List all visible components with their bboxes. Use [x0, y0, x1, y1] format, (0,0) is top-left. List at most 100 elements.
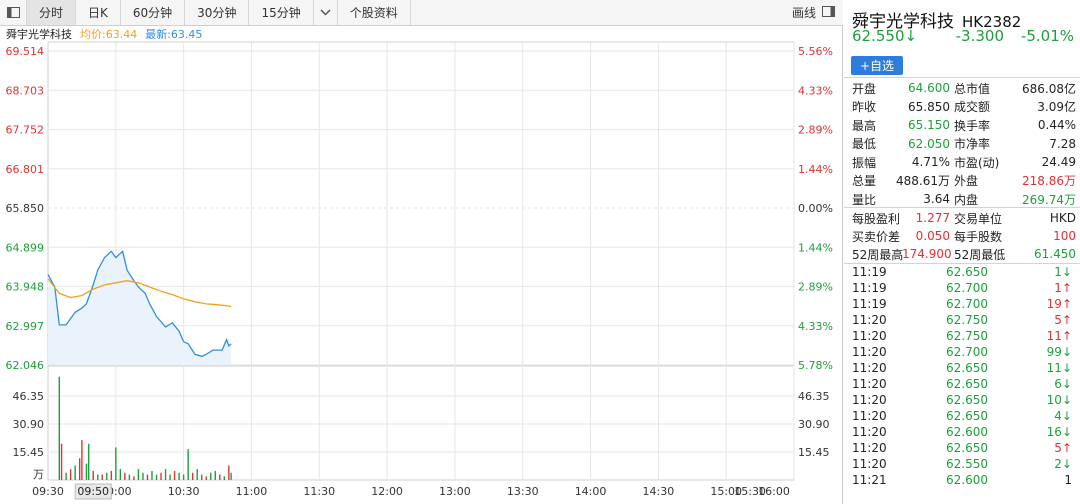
- tick-volume: 5↑: [1054, 313, 1072, 327]
- tick-row: 11:19 62.650 1↓: [852, 264, 1076, 280]
- tick-volume: 1↑: [1054, 281, 1072, 295]
- stat-label: 市盈(动): [954, 155, 1000, 170]
- divider: [844, 77, 1080, 78]
- tab-30min[interactable]: 30分钟: [185, 0, 250, 25]
- tick-price: 62.700: [946, 345, 988, 359]
- price-tick-label: 67.752: [6, 124, 45, 137]
- tick-time: 11:20: [852, 393, 887, 407]
- tick-list[interactable]: 11:19 62.650 1↓ 11:19 62.700 1↑ 11:19 62.700 19↑…: [852, 264, 1076, 504]
- stat-label: 外盘: [954, 174, 979, 189]
- pct-tick-label: 5.56%: [798, 45, 833, 58]
- pct-tick-label: 1.44%: [798, 163, 833, 176]
- stat-label: 总量: [852, 174, 877, 189]
- stat-value: 3.09亿: [1037, 100, 1076, 115]
- stat-value: HKD: [1049, 211, 1076, 225]
- pct-tick-label: 2.89%: [798, 124, 833, 137]
- stat-label: 昨收: [852, 100, 877, 115]
- volume-tick-label: 15.45: [13, 446, 45, 459]
- fundamental-row: 每股盈利 1.277 交易单位 HKD: [852, 209, 1076, 227]
- tick-row: 11:20 62.750 5↑: [852, 312, 1076, 328]
- tab-intraday[interactable]: 分时: [27, 0, 77, 25]
- tick-price: 62.750: [946, 313, 988, 327]
- x-tick-label: 13:00: [439, 485, 471, 498]
- stat-value: 64.600: [908, 81, 950, 96]
- last-price-label: 最新:63.45: [145, 28, 203, 41]
- tick-time: 11:20: [852, 329, 887, 343]
- stat-label: 最低: [852, 137, 877, 152]
- tick-volume: 2↓: [1054, 457, 1072, 471]
- stat-value: 0.44%: [1037, 118, 1076, 133]
- divider: [844, 207, 1080, 208]
- tick-time: 11:20: [852, 361, 887, 375]
- stat-row: 量比 3.64 内盘 269.74万: [852, 190, 1076, 209]
- tick-row: 11:19 62.700 19↑: [852, 296, 1076, 312]
- chevron-down-icon[interactable]: [314, 0, 338, 25]
- stat-label: 交易单位: [954, 211, 1003, 226]
- pct-tick-label: 5.78%: [798, 359, 833, 372]
- tick-volume: 4↓: [1054, 409, 1072, 423]
- tick-row: 11:20 62.650 6↓: [852, 376, 1076, 392]
- add-watchlist-button[interactable]: +自选: [851, 56, 903, 75]
- stat-label: 买卖价差: [852, 229, 901, 244]
- tick-row: 11:20 62.750 11↑: [852, 328, 1076, 344]
- chart-pane: 69.514 5.56% 68.703 4.33% 67.752 2.89% 66.801 1…: [0, 0, 843, 504]
- tick-row: 11:20 62.650 10↓: [852, 392, 1076, 408]
- tab-15min[interactable]: 15分钟: [249, 0, 314, 25]
- tick-time: 11:20: [852, 441, 887, 455]
- quote-last-price: 62.550↓: [852, 27, 918, 45]
- stat-label: 52周最低: [954, 247, 1006, 262]
- pct-tick-label: 0.00%: [798, 202, 833, 215]
- intraday-chart[interactable]: 69.514 5.56% 68.703 4.33% 67.752 2.89% 66.801 1…: [0, 0, 843, 504]
- draw-line-button[interactable]: 画线: [792, 4, 816, 21]
- stat-value: 218.86万: [1022, 174, 1076, 189]
- stat-label: 52周最高: [852, 247, 904, 262]
- stat-label: 换手率: [954, 118, 991, 133]
- stock-app: 69.514 5.56% 68.703 4.33% 67.752 2.89% 66.801 1…: [0, 0, 1080, 504]
- price-tick-label: 62.046: [6, 359, 45, 372]
- cursor-time-label: 09:50: [77, 485, 109, 498]
- price-tick-label: 64.899: [6, 241, 45, 254]
- tick-row: 11:20 62.600 16↓: [852, 424, 1076, 440]
- stat-label: 量比: [852, 192, 877, 207]
- quote-fundamentals: 每股盈利 1.277 交易单位 HKD 买卖价差 0.050 每手股数 100 52周最高 174…: [852, 209, 1076, 263]
- stat-value: 3.64: [923, 192, 950, 207]
- stat-label: 开盘: [852, 81, 877, 96]
- tick-volume: 11↓: [1046, 361, 1072, 375]
- tick-price: 62.650: [946, 265, 988, 279]
- tab-daily-k[interactable]: 日K: [76, 0, 121, 25]
- tick-time: 11:19: [852, 281, 887, 295]
- x-tick-label: 14:30: [643, 485, 675, 498]
- x-tick-label: 09:30: [32, 485, 64, 498]
- tick-row: 11:20 62.650 11↓: [852, 360, 1076, 376]
- quote-change-pct: -5.01%: [1020, 27, 1074, 45]
- volume-unit-label: 万: [33, 468, 44, 481]
- tick-time: 11:19: [852, 265, 887, 279]
- price-tick-label: 69.514: [6, 45, 45, 58]
- pct-tick-label: 4.33%: [798, 320, 833, 333]
- stat-label: 每股盈利: [852, 211, 901, 226]
- quote-pane: 舜宇光学科技 HK2382 62.550↓ -3.300 -5.01% +自选 开…: [844, 0, 1080, 504]
- pct-tick-label: 4.33%: [798, 84, 833, 97]
- tick-price: 62.600: [946, 473, 988, 487]
- panel-toggle-icon[interactable]: [822, 5, 835, 20]
- tick-row: 11:20 62.550 2↓: [852, 456, 1076, 472]
- x-tick-label: 16:00: [758, 485, 790, 498]
- pct-tick-label: 2.89%: [798, 281, 833, 294]
- stat-value: 61.450: [1034, 247, 1076, 261]
- tick-row: 11:21 62.600 1: [852, 472, 1076, 488]
- tab-company-profile[interactable]: 个股资料: [338, 0, 411, 25]
- stat-value: 488.61万: [896, 174, 950, 189]
- tab-60min[interactable]: 60分钟: [121, 0, 186, 25]
- sidebar-toggle-icon[interactable]: [0, 0, 27, 25]
- price-tick-label: 66.801: [6, 163, 45, 176]
- x-tick-label: 11:00: [236, 485, 268, 498]
- stat-value: 7.28: [1049, 136, 1076, 151]
- stat-label: 市净率: [954, 137, 991, 152]
- tick-time: 11:20: [852, 409, 887, 423]
- stat-value: 4.71%: [911, 155, 950, 170]
- tick-row: 11:20 62.650 4↓: [852, 408, 1076, 424]
- volume-tick-label: 30.90: [13, 418, 45, 431]
- chart-legend: 舜宇光学科技 均价:63.44 最新:63.45: [0, 26, 843, 42]
- quote-change: -3.300: [955, 27, 1004, 45]
- tick-volume: 99↓: [1046, 345, 1072, 359]
